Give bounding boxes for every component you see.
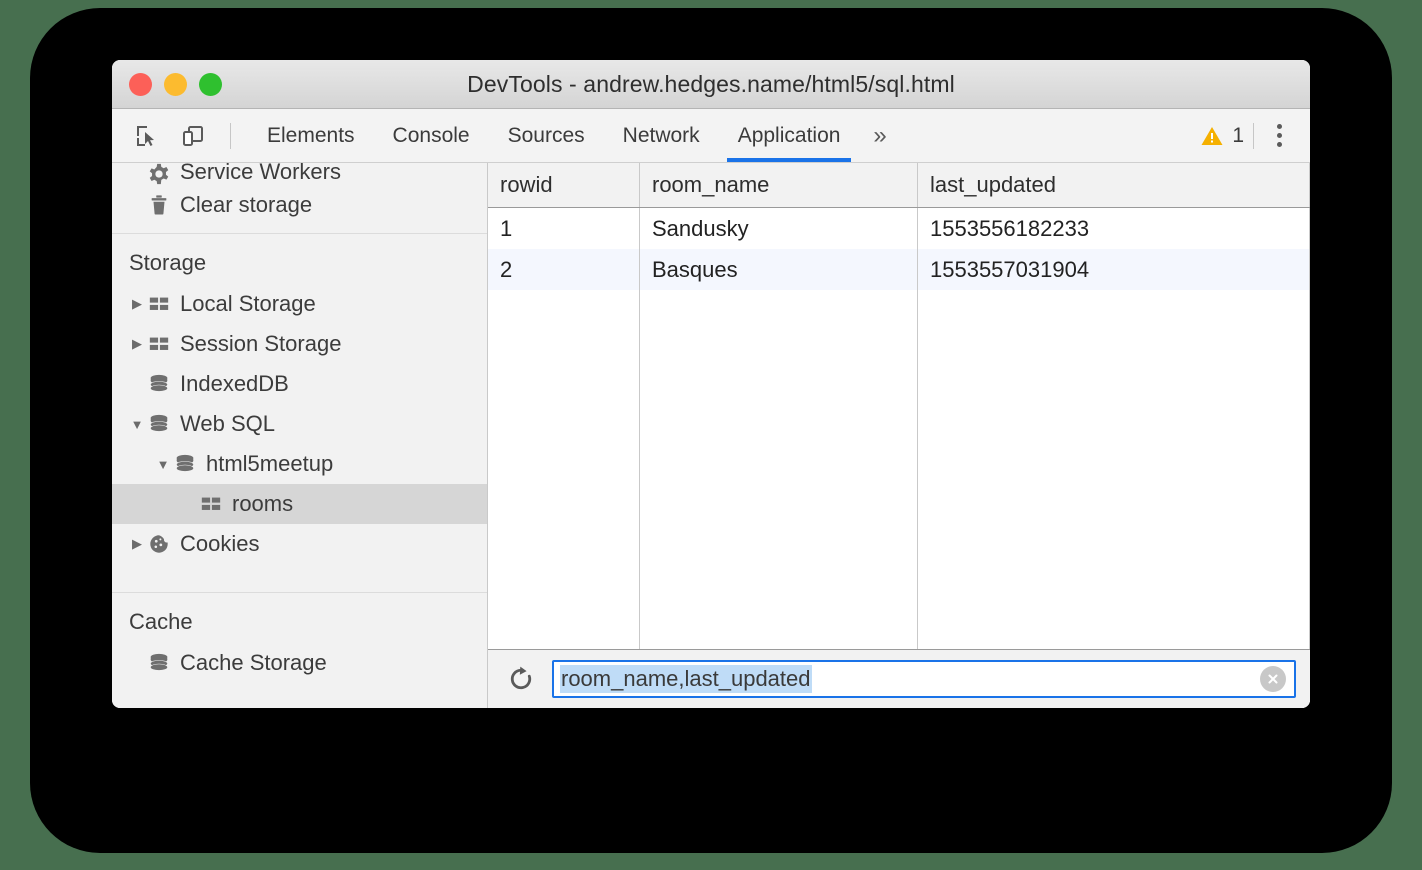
warning-badge[interactable]: 1 (1200, 124, 1244, 148)
sidebar-item-service-workers[interactable]: ▶ Service Workers (112, 163, 487, 185)
websql-query-bar: room_name,last_updated (488, 649, 1310, 708)
cell-room-name: Sandusky (640, 208, 918, 249)
sidebar-item-web-sql[interactable]: ▼ Web SQL (112, 404, 487, 444)
table-icon (200, 493, 232, 515)
sidebar-item-clear-storage[interactable]: ▶ Clear storage (112, 185, 487, 225)
cell-last-updated: 1553556182233 (918, 208, 1310, 249)
table-row[interactable]: 1 Sandusky 1553556182233 (488, 208, 1310, 249)
tab-elements-label: Elements (267, 124, 355, 148)
sidebar-item-rooms[interactable]: ▶ rooms (112, 484, 487, 524)
traffic-lights (112, 73, 222, 96)
query-input-value: room_name,last_updated (560, 665, 812, 693)
sidebar-item-html5meetup-label: html5meetup (206, 451, 333, 477)
sidebar-item-local-storage-label: Local Storage (180, 291, 316, 317)
sidebar-item-service-workers-label: Service Workers (180, 163, 341, 185)
sidebar-item-cookies[interactable]: ▶ Cookies (112, 524, 487, 564)
sidebar-item-session-storage-label: Session Storage (180, 331, 341, 357)
sidebar-item-session-storage[interactable]: ▶ Session Storage (112, 324, 487, 364)
tab-application[interactable]: Application (719, 109, 860, 162)
tab-network[interactable]: Network (604, 109, 719, 162)
tab-sources-label: Sources (508, 124, 585, 148)
column-header-last-updated[interactable]: last_updated (918, 163, 1310, 207)
more-tabs-button[interactable]: » (859, 109, 900, 162)
devtools-tab-list: Elements Console Sources Network Applica… (248, 109, 901, 162)
tab-elements[interactable]: Elements (248, 109, 374, 162)
cell-last-updated: 1553557031904 (918, 249, 1310, 290)
tab-network-label: Network (623, 124, 700, 148)
sidebar-item-cookies-label: Cookies (180, 531, 259, 557)
cookie-icon (148, 533, 180, 555)
sidebar-item-rooms-label: rooms (232, 491, 293, 517)
window-titlebar: DevTools - andrew.hedges.name/html5/sql.… (112, 60, 1310, 109)
database-icon (148, 652, 180, 674)
application-sidebar[interactable]: ▶ Service Workers ▶ (112, 163, 488, 708)
chevron-right-icon[interactable]: ▶ (126, 296, 148, 312)
sidebar-item-cache-storage[interactable]: ▶ Cache Storage (112, 643, 487, 683)
sidebar-item-clear-storage-label: Clear storage (180, 192, 312, 218)
tabbar-right-group: 1 (1200, 109, 1310, 162)
more-tabs-label: » (873, 122, 886, 150)
table-icon (148, 293, 180, 315)
websql-data-grid[interactable]: rowid room_name last_updated 1 Sandusky … (488, 163, 1310, 649)
kebab-menu-icon[interactable] (1263, 124, 1296, 147)
tab-application-label: Application (738, 124, 841, 148)
tab-console[interactable]: Console (374, 109, 489, 162)
sidebar-section-cache-title: Cache (112, 593, 487, 643)
application-main-panel: rowid room_name last_updated 1 Sandusky … (488, 163, 1310, 708)
query-input[interactable]: room_name,last_updated (552, 660, 1296, 698)
warning-count: 1 (1232, 124, 1244, 148)
column-header-rowid[interactable]: rowid (488, 163, 640, 207)
sidebar-item-web-sql-label: Web SQL (180, 411, 275, 437)
database-icon (148, 413, 180, 435)
chevron-down-icon[interactable]: ▼ (126, 417, 148, 432)
sidebar-item-local-storage[interactable]: ▶ Local Storage (112, 284, 487, 324)
data-grid-empty-area (488, 290, 1310, 649)
sidebar-item-indexeddb-label: IndexedDB (180, 371, 289, 397)
tab-console-label: Console (393, 124, 470, 148)
database-icon (174, 453, 206, 475)
inspect-element-icon[interactable] (129, 118, 165, 154)
maximize-window-button[interactable] (199, 73, 222, 96)
chevron-right-icon[interactable]: ▶ (126, 536, 148, 552)
gear-icon (148, 163, 180, 185)
trash-icon (148, 194, 180, 216)
refresh-icon[interactable] (504, 662, 538, 696)
toolbar-divider (230, 123, 231, 149)
chevron-down-icon[interactable]: ▼ (152, 457, 174, 472)
clear-circle-icon[interactable] (1260, 666, 1286, 692)
database-icon (148, 373, 180, 395)
sidebar-item-indexeddb[interactable]: ▶ IndexedDB (112, 364, 487, 404)
chevron-right-icon[interactable]: ▶ (126, 336, 148, 352)
sidebar-item-cache-storage-label: Cache Storage (180, 650, 327, 676)
cell-rowid: 1 (488, 208, 640, 249)
data-grid-body: 1 Sandusky 1553556182233 2 Basques 15535… (488, 208, 1310, 649)
devtools-window: DevTools - andrew.hedges.name/html5/sql.… (112, 60, 1310, 708)
devtools-tabbar: Elements Console Sources Network Applica… (112, 109, 1310, 163)
column-header-room-name[interactable]: room_name (640, 163, 918, 207)
sidebar-item-html5meetup[interactable]: ▼ html5meetup (112, 444, 487, 484)
devtools-content: ▶ Service Workers ▶ (112, 163, 1310, 708)
cell-room-name: Basques (640, 249, 918, 290)
sidebar-section-storage-title: Storage (112, 234, 487, 284)
device-toolbar-icon[interactable] (175, 118, 211, 154)
tab-sources[interactable]: Sources (489, 109, 604, 162)
table-row[interactable]: 2 Basques 1553557031904 (488, 249, 1310, 290)
table-icon (148, 333, 180, 355)
devtools-tool-icons (112, 109, 248, 162)
close-window-button[interactable] (129, 73, 152, 96)
warning-triangle-icon (1200, 124, 1224, 148)
window-title: DevTools - andrew.hedges.name/html5/sql.… (112, 71, 1310, 98)
data-grid-header-row: rowid room_name last_updated (488, 163, 1310, 208)
cell-rowid: 2 (488, 249, 640, 290)
tabbar-right-divider (1253, 123, 1254, 149)
minimize-window-button[interactable] (164, 73, 187, 96)
